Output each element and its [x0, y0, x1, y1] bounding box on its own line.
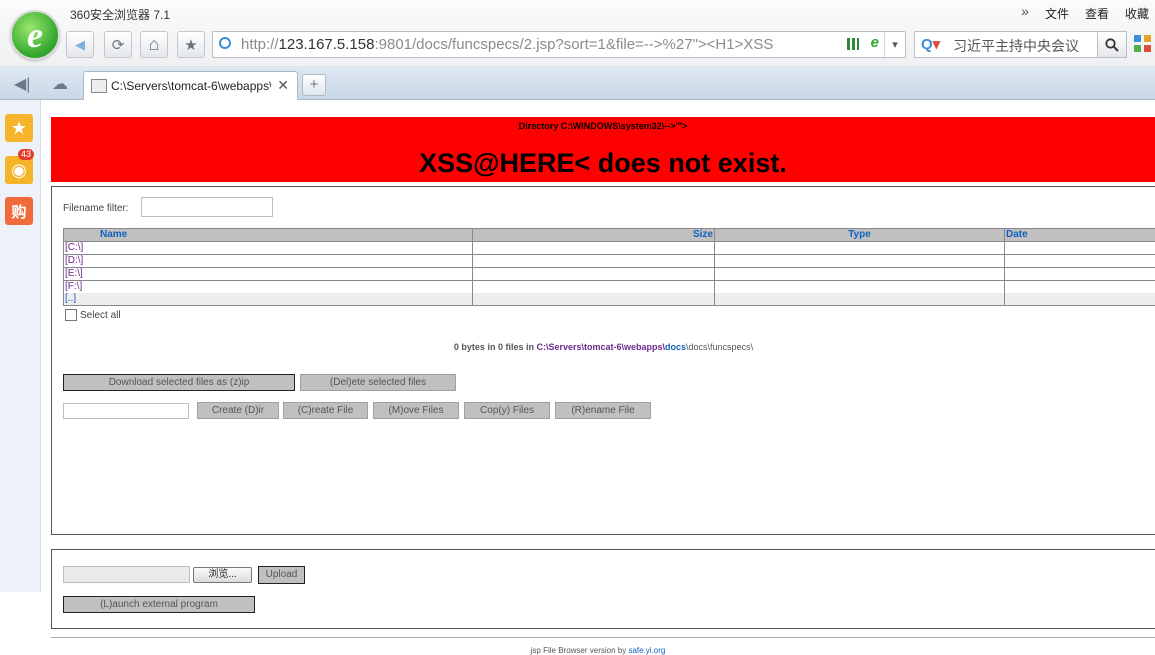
address-bar[interactable]: http://123.167.5.158:9801/docs/funcspecs… — [212, 31, 906, 58]
drive-link-d[interactable]: [D:\] — [64, 255, 473, 268]
summary-path-link[interactable]: C:\Servers\tomcat-6\webapps\ — [536, 342, 665, 352]
weibo-icon[interactable]: ◉ — [5, 156, 33, 184]
file-table: Name Size Type Date [C:\] [D:\] [E:\] [F… — [63, 228, 1155, 306]
filename-filter-input[interactable] — [141, 197, 273, 217]
page-content: Directory C:\WINDOWS\system32\-->'"> XSS… — [41, 100, 1155, 592]
filter-label: Filename filter: — [63, 203, 129, 214]
new-tab-button[interactable]: + — [302, 74, 326, 96]
menu-view[interactable]: 查看 — [1085, 5, 1109, 22]
table-row: [F:\] — [64, 281, 1155, 294]
tab-bar: ◀| ☁ C:\Servers\tomcat-6\webapps\docs ✕ … — [0, 66, 1155, 100]
ie-mode-icon[interactable]: e — [871, 34, 879, 51]
upload-button[interactable]: Upload — [258, 566, 305, 584]
notification-badge: 43 — [18, 149, 34, 160]
sidebar: ★ ◉ 43 购 — [0, 100, 41, 592]
create-dir-button[interactable]: Create (D)ir — [197, 402, 279, 419]
favorites-star-icon[interactable]: ★ — [5, 114, 33, 142]
error-directory: Directory C:\WINDOWS\system32\-->'"> — [51, 121, 1155, 131]
launch-program-button[interactable]: (L)aunch external program — [63, 596, 255, 613]
select-all-label: Select all — [80, 310, 121, 321]
summary-count: 0 bytes in 0 files in — [454, 342, 534, 352]
close-tab-icon[interactable]: ✕ — [277, 77, 289, 94]
url-rest: :9801/docs/funcspecs/2.jsp?sort=1&file=-… — [374, 36, 773, 53]
favorite-button[interactable]: ★ — [177, 31, 205, 58]
delete-files-button[interactable]: (Del)ete selected files — [300, 374, 456, 391]
address-dropdown-icon[interactable]: ▾ — [884, 32, 905, 57]
table-row: [..] — [64, 293, 1155, 306]
address-url[interactable]: http://123.167.5.158:9801/docs/funcspecs… — [241, 36, 773, 53]
move-files-button[interactable]: (M)ove Files — [373, 402, 459, 419]
select-all[interactable]: Select all — [65, 309, 121, 321]
home-button[interactable]: ⌂ — [140, 31, 168, 58]
refresh-button[interactable]: ⟳ — [104, 31, 132, 58]
column-name[interactable]: Name — [64, 229, 473, 242]
summary-path-rest: \docs\funcspecs\ — [686, 342, 753, 352]
browse-button[interactable]: 浏览... — [193, 567, 252, 583]
search-box[interactable]: Q▾ 习近平主持中央会议 — [914, 31, 1098, 58]
name-input[interactable] — [63, 403, 189, 419]
directory-summary: 0 bytes in 0 files in C:\Servers\tomcat-… — [52, 342, 1155, 352]
globe-icon — [219, 37, 231, 49]
qr-code-icon[interactable] — [847, 38, 859, 50]
drive-link-c[interactable]: [C:\] — [64, 242, 473, 255]
search-engine-letter: Q — [921, 36, 933, 53]
upload-file-input[interactable] — [63, 566, 190, 583]
download-zip-button[interactable]: Download selected files as (z)ip — [63, 374, 295, 391]
search-button[interactable] — [1097, 31, 1127, 58]
apps-grid-icon[interactable] — [1134, 35, 1152, 53]
footer: jsp File Browser version by safe.yi.org — [41, 646, 1155, 655]
column-type[interactable]: Type — [715, 229, 1005, 242]
back-arrow-icon: ◀ — [75, 37, 85, 53]
logo-letter: e — [12, 14, 58, 56]
browser-logo-icon[interactable]: e — [10, 10, 60, 60]
select-all-checkbox[interactable] — [65, 309, 77, 321]
browser-titlebar: e 360安全浏览器 7.1 » 文件 查看 收藏 ◀ ⟳ ⌂ ★ http:/… — [0, 0, 1155, 66]
error-heading: XSS@HERE< does not exist. — [51, 148, 1155, 179]
window-title: 360安全浏览器 7.1 — [70, 6, 170, 23]
more-chevron-icon[interactable]: » — [1021, 5, 1029, 22]
sidebar-toggle-icon[interactable]: ◀| — [14, 74, 30, 94]
rename-file-button[interactable]: (R)ename File — [555, 402, 651, 419]
page-favicon-icon — [91, 79, 107, 93]
star-icon: ★ — [184, 36, 197, 54]
shopping-icon[interactable]: 购 — [5, 197, 33, 225]
table-row: [D:\] — [64, 255, 1155, 268]
search-icon — [1105, 38, 1119, 52]
create-file-button[interactable]: (C)reate File — [283, 402, 368, 419]
url-prefix: http:// — [241, 36, 279, 53]
table-header: Name Size Type Date — [64, 229, 1155, 242]
column-size[interactable]: Size — [473, 229, 715, 242]
menu-favorites[interactable]: 收藏 — [1125, 5, 1149, 22]
upload-panel: 浏览... Upload (L)aunch external program — [51, 549, 1155, 629]
drive-link-f[interactable]: [F:\] — [64, 281, 473, 294]
engine-dropdown-icon: ▾ — [933, 36, 941, 53]
search-input[interactable]: 习近平主持中央会议 — [953, 36, 1079, 56]
drive-link-e[interactable]: [E:\] — [64, 268, 473, 281]
home-icon: ⌂ — [149, 34, 160, 55]
footer-text: jsp File Browser version by — [531, 646, 627, 655]
table-row: [E:\] — [64, 268, 1155, 281]
menu-file[interactable]: 文件 — [1045, 5, 1069, 22]
column-date[interactable]: Date — [1005, 229, 1155, 242]
file-browser-panel: Filename filter: Name Size Type Date [C:… — [51, 186, 1155, 535]
table-row: [C:\] — [64, 242, 1155, 255]
summary-docs-link[interactable]: docs — [665, 342, 686, 352]
error-banner: Directory C:\WINDOWS\system32\-->'"> XSS… — [51, 117, 1155, 182]
refresh-icon: ⟳ — [112, 36, 125, 54]
footer-link[interactable]: safe.yi.org — [628, 646, 665, 655]
tab-active[interactable]: C:\Servers\tomcat-6\webapps\docs ✕ — [83, 71, 298, 100]
parent-dir-link[interactable]: [..] — [64, 293, 473, 306]
search-engine-icon[interactable]: Q▾ — [921, 35, 940, 53]
back-button[interactable]: ◀ — [66, 31, 94, 58]
tab-label: C:\Servers\tomcat-6\webapps\docs — [111, 79, 271, 93]
copy-files-button[interactable]: Cop(y) Files — [464, 402, 550, 419]
url-host: 123.167.5.158 — [279, 36, 375, 53]
footer-divider — [51, 637, 1155, 638]
cloud-icon[interactable]: ☁ — [52, 74, 68, 94]
top-menu: » 文件 查看 收藏 — [1021, 5, 1149, 22]
